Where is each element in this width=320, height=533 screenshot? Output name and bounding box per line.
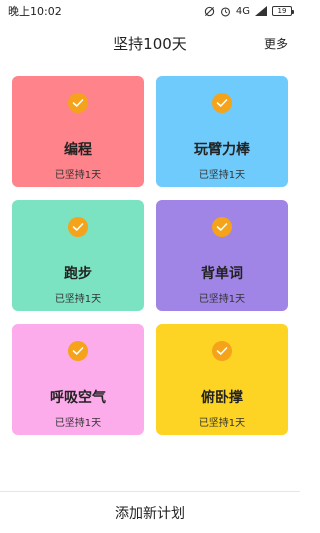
- plan-card[interactable]: 呼吸空气 已坚持1天: [12, 324, 144, 435]
- plan-name: 俯卧撑: [201, 390, 243, 406]
- checkmark-icon: [212, 217, 232, 237]
- plan-name: 呼吸空气: [50, 390, 106, 406]
- plan-name: 玩臂力棒: [194, 142, 250, 158]
- status-indicators: 4G 19: [204, 5, 294, 17]
- checkmark-icon: [212, 341, 232, 361]
- plan-card[interactable]: 玩臂力棒 已坚持1天: [156, 76, 288, 187]
- plan-days: 已坚持1天: [198, 294, 246, 305]
- plan-days: 已坚持1天: [198, 170, 246, 181]
- plan-name: 背单词: [201, 266, 243, 282]
- alarm-icon: [220, 6, 231, 17]
- network-type: 4G: [235, 5, 250, 17]
- checkmark-icon: [68, 217, 88, 237]
- page-title: 坚持100天: [113, 34, 187, 53]
- battery-level: 19: [277, 6, 287, 15]
- nav-bar: 坚持100天 更多: [0, 28, 300, 58]
- battery-icon: 19: [272, 6, 294, 16]
- checkmark-icon: [212, 93, 232, 113]
- plan-grid: 编程 已坚持1天 玩臂力棒 已坚持1天 跑步 已坚持1天 背单词 已坚持1天 呼…: [12, 76, 288, 435]
- plan-card[interactable]: 跑步 已坚持1天: [12, 200, 144, 311]
- plan-days: 已坚持1天: [54, 170, 102, 181]
- add-plan-label: 添加新计划: [115, 505, 185, 522]
- plan-card[interactable]: 背单词 已坚持1天: [156, 200, 288, 311]
- plan-name: 编程: [64, 142, 92, 158]
- plan-card[interactable]: 俯卧撑 已坚持1天: [156, 324, 288, 435]
- checkmark-icon: [68, 341, 88, 361]
- plan-name: 跑步: [64, 266, 92, 282]
- checkmark-icon: [68, 93, 88, 113]
- signal-icon: [255, 6, 267, 16]
- status-time: 晚上10:02: [8, 5, 62, 18]
- plan-days: 已坚持1天: [54, 418, 102, 429]
- plan-card[interactable]: 编程 已坚持1天: [12, 76, 144, 187]
- add-plan-button[interactable]: 添加新计划: [0, 491, 300, 533]
- status-bar: 晚上10:02 4G 19: [0, 0, 300, 22]
- more-button[interactable]: 更多: [264, 35, 288, 52]
- plan-days: 已坚持1天: [54, 294, 102, 305]
- plan-days: 已坚持1天: [198, 418, 246, 429]
- mute-icon: [204, 6, 215, 17]
